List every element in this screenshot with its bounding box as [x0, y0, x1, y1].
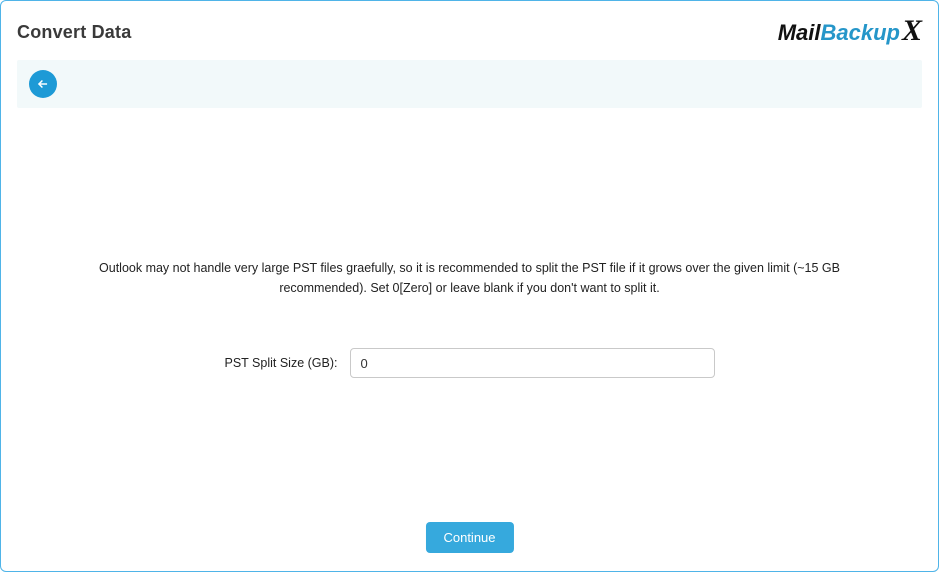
split-size-row: PST Split Size (GB):: [61, 348, 878, 378]
continue-button[interactable]: Continue: [425, 522, 513, 553]
header: Convert Data MailBackupX: [1, 1, 938, 60]
main-content: Outlook may not handle very large PST fi…: [1, 258, 938, 378]
description-text: Outlook may not handle very large PST fi…: [61, 258, 878, 298]
split-size-label: PST Split Size (GB):: [225, 356, 338, 370]
logo-x: X: [902, 19, 922, 43]
page-title: Convert Data: [17, 22, 131, 43]
back-button[interactable]: [29, 70, 57, 98]
logo-backup: Backup: [821, 20, 900, 46]
arrow-left-icon: [36, 77, 50, 91]
split-size-input[interactable]: [350, 348, 715, 378]
logo-mail: Mail: [778, 20, 821, 46]
app-logo: MailBackupX: [778, 19, 922, 46]
back-bar: [17, 60, 922, 108]
